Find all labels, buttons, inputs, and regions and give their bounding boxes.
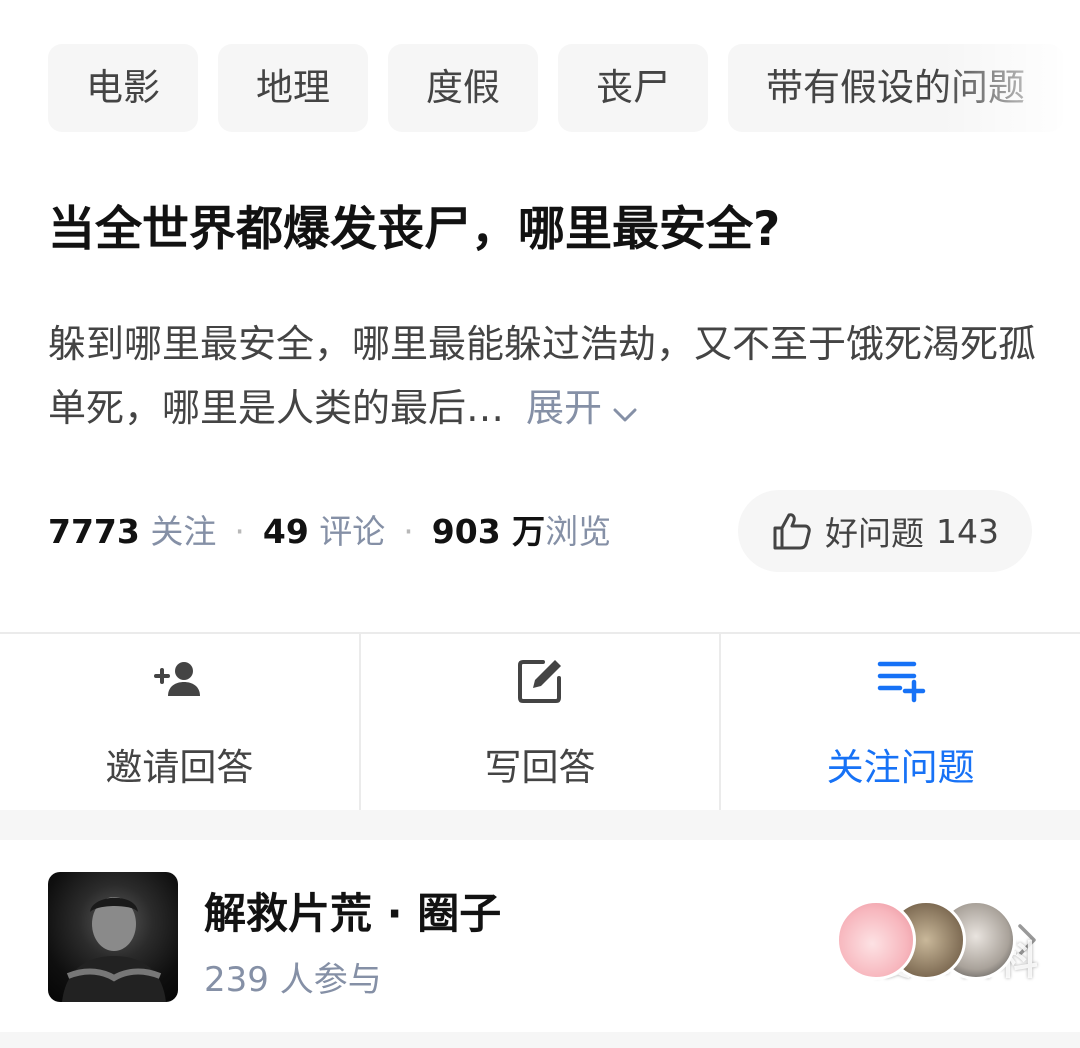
expand-label: 展开 xyxy=(526,386,603,430)
write-answer-button[interactable]: 写回答 xyxy=(358,634,720,810)
topic-tags: 电影 地理 度假 丧尸 带有假设的问题 xyxy=(48,44,1080,132)
action-bar: 邀请回答 写回答 关注问题 xyxy=(0,632,1080,810)
tags-fade-overlay xyxy=(940,44,1080,132)
bottom-divider xyxy=(0,1032,1080,1048)
follow-question-label: 关注问题 xyxy=(826,745,975,789)
stat-separator: · xyxy=(403,512,414,551)
good-question-button[interactable]: 好问题 143 xyxy=(738,490,1032,572)
invite-answer-label: 邀请回答 xyxy=(105,745,254,789)
circle-name: 解救片荒 · 圈子 xyxy=(204,889,502,938)
tag-vacation[interactable]: 度假 xyxy=(388,44,538,132)
circle-avatar xyxy=(48,872,178,1002)
add-user-icon xyxy=(152,654,206,737)
followers-count: 7773 xyxy=(48,512,140,551)
followers-label: 关注 xyxy=(150,512,217,551)
comments-label[interactable]: 评论 xyxy=(319,512,385,551)
section-divider xyxy=(0,810,1080,840)
tag-geography[interactable]: 地理 xyxy=(218,44,368,132)
expand-button[interactable]: 展开 xyxy=(526,386,638,430)
good-question-count: 143 xyxy=(936,511,999,551)
question-description[interactable]: 躲到哪里最安全，哪里最能躲过浩劫，又不至于饿死渴死孤单死，哪里是人类的最后… 展开 xyxy=(48,312,1038,443)
edit-icon xyxy=(513,654,567,737)
avatar xyxy=(836,900,916,980)
list-add-icon xyxy=(874,654,928,737)
circle-card[interactable]: 解救片荒 · 圈子 239 人参与 xyxy=(0,840,1080,1030)
follow-question-button[interactable]: 关注问题 xyxy=(719,634,1080,810)
views-count: 903 万 xyxy=(431,512,546,551)
views-label: 浏览 xyxy=(545,512,612,551)
member-avatars xyxy=(836,900,1016,980)
write-answer-label: 写回答 xyxy=(484,745,596,789)
good-question-label: 好问题 xyxy=(825,514,924,553)
chevron-down-icon xyxy=(612,379,638,443)
tag-zombie[interactable]: 丧尸 xyxy=(558,44,708,132)
stat-separator: · xyxy=(234,512,245,551)
circle-participants: 239 人参与 xyxy=(204,960,382,1000)
comments-count: 49 xyxy=(262,512,309,551)
question-stats: 7773 关注 · 49 评论 · 903 万浏览 xyxy=(48,500,611,564)
question-title[interactable]: 当全世界都爆发丧尸，哪里最安全? xyxy=(48,192,1048,268)
thumbs-up-icon xyxy=(771,510,813,552)
tag-movie[interactable]: 电影 xyxy=(48,44,198,132)
invite-answer-button[interactable]: 邀请回答 xyxy=(0,634,359,810)
